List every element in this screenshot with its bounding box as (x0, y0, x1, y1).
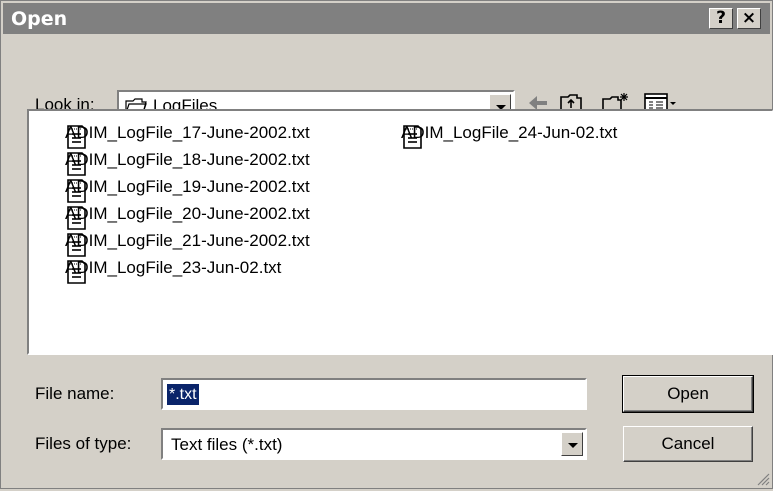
file-name-value: *.txt (167, 384, 199, 405)
close-button[interactable]: × (737, 8, 761, 29)
file-name-text: ADIM_LogFile_23-Jun-02.txt (65, 258, 282, 277)
file-name-input[interactable]: *.txt (161, 378, 587, 410)
file-name-text: ADIM_LogFile_18-June-2002.txt (65, 150, 310, 169)
help-button[interactable]: ? (709, 8, 733, 29)
file-name-text: ADIM_LogFile_24-Jun-02.txt (401, 123, 618, 142)
files-of-type-value: Text files (*.txt) (171, 435, 283, 454)
title-bar[interactable]: Open ? × (3, 3, 770, 34)
files-of-type-combo[interactable]: Text files (*.txt) (161, 428, 587, 460)
file-name-text: ADIM_LogFile_20-June-2002.txt (65, 204, 310, 223)
file-name-label: File name: (35, 384, 115, 403)
cancel-button[interactable]: Cancel (623, 426, 753, 462)
open-dialog: Open ? × Look in: LogFiles ADIM_LogFile_… (0, 0, 773, 489)
window-title: Open (11, 8, 68, 30)
files-of-type-dropdown-button[interactable] (561, 432, 583, 456)
files-of-type-label: Files of type: (35, 434, 132, 453)
file-name-text: ADIM_LogFile_19-June-2002.txt (65, 177, 310, 196)
file-name-text: ADIM_LogFile_21-June-2002.txt (65, 231, 310, 250)
open-button[interactable]: Open (622, 375, 754, 413)
file-name-text: ADIM_LogFile_17-June-2002.txt (65, 123, 310, 142)
file-list[interactable]: ADIM_LogFile_17-June-2002.txt ADIM_LogFil… (27, 109, 773, 355)
resize-grip-icon[interactable] (756, 472, 770, 486)
